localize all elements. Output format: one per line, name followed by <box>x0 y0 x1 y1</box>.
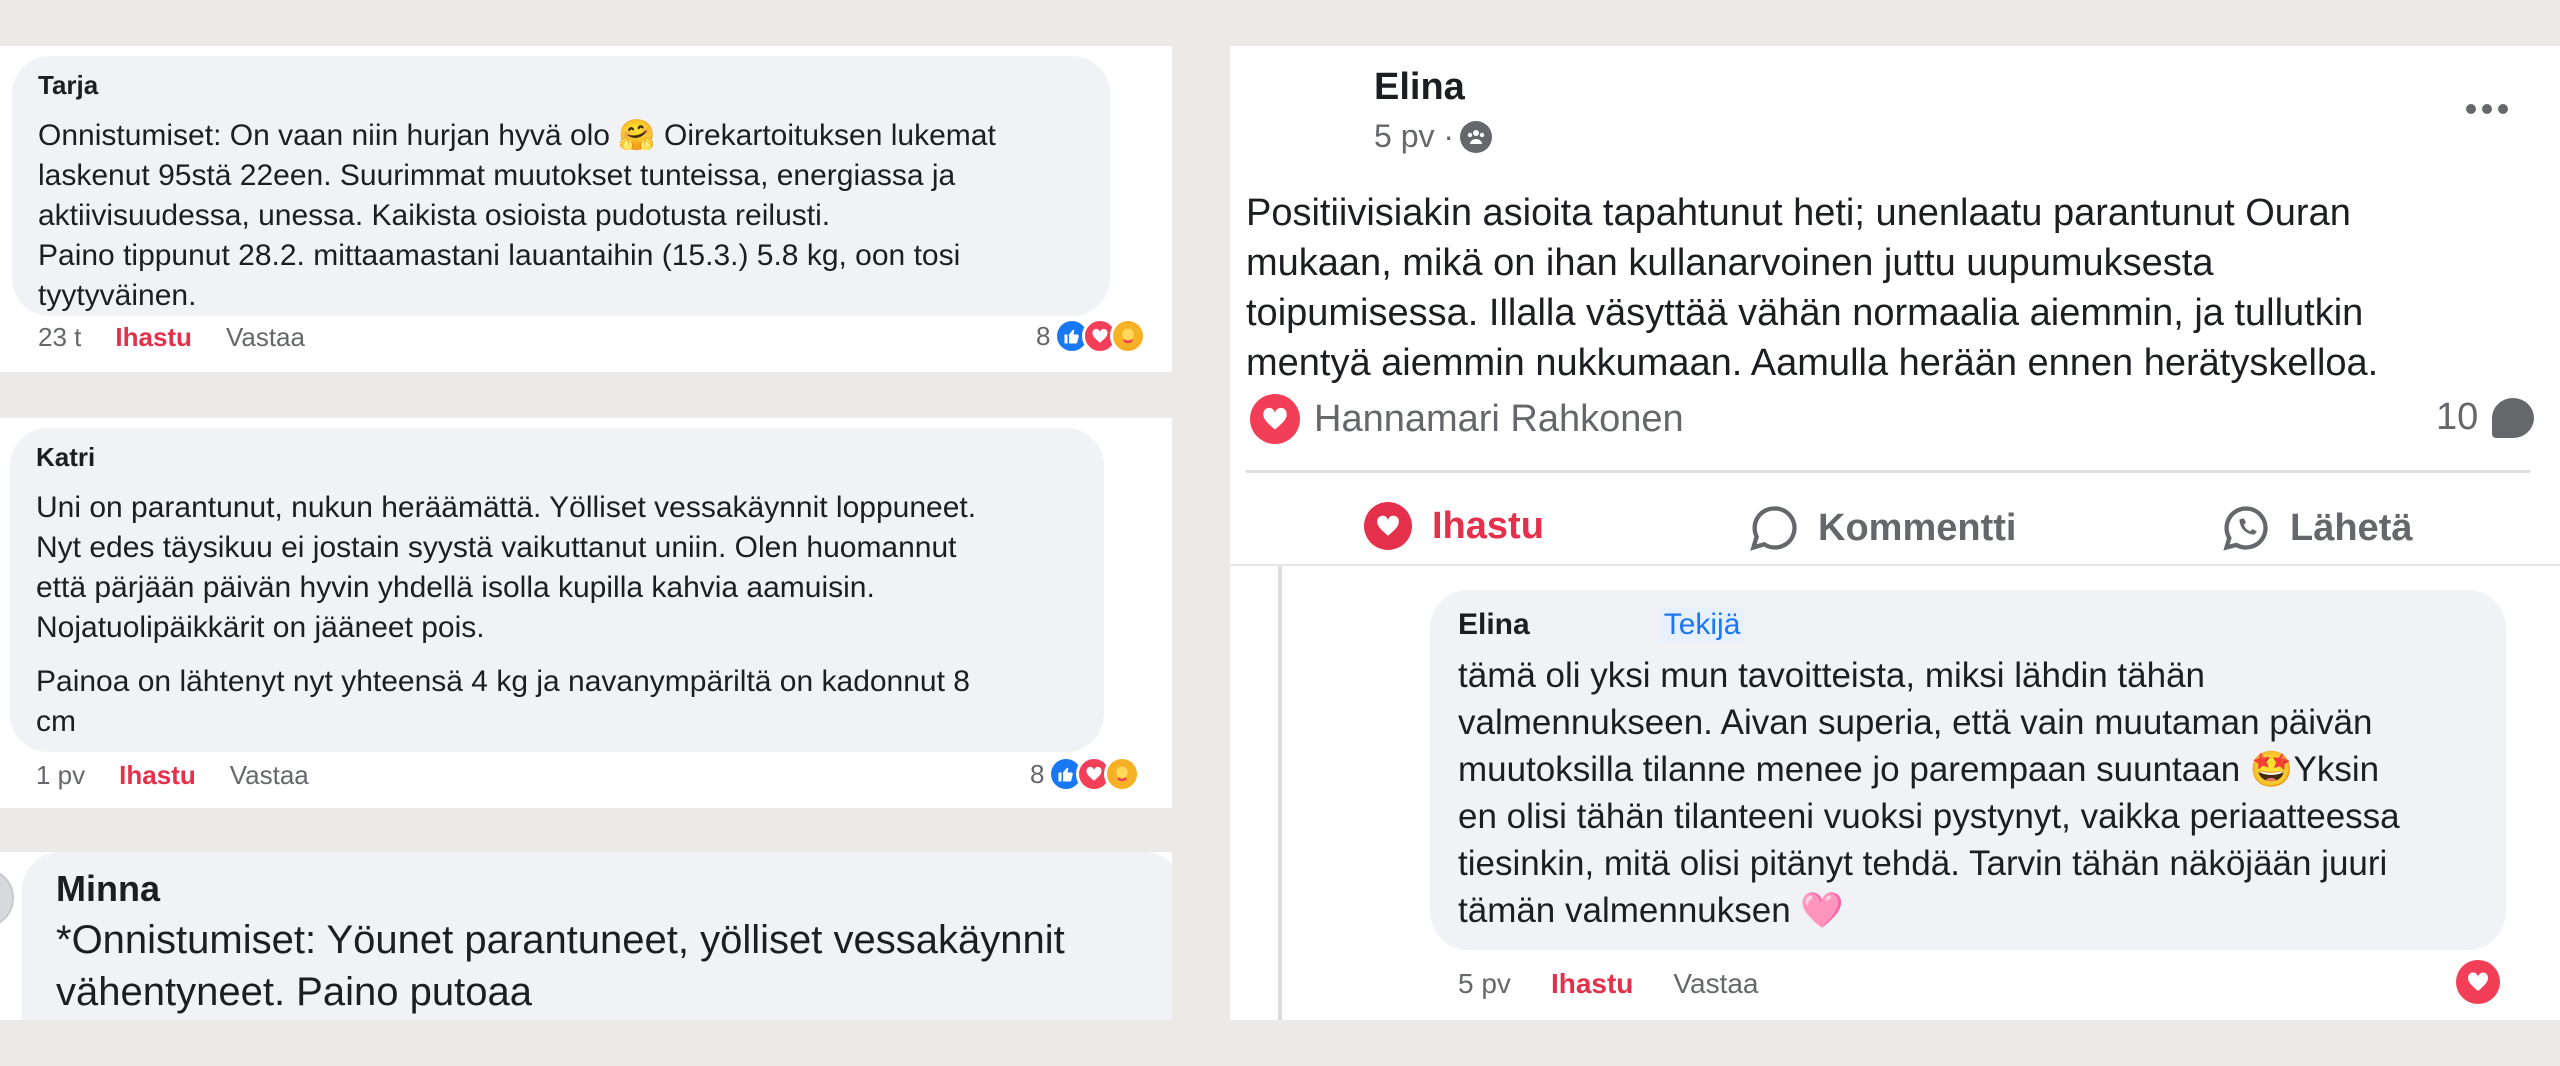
whatsapp-icon <box>2220 502 2272 554</box>
ihastu-label: Ihastu <box>1432 504 1544 547</box>
comment-card-minna: Minna *Onnistumiset: Yöunet parantuneet,… <box>0 852 1172 1020</box>
divider <box>1230 564 2560 566</box>
comment-time[interactable]: 1 pv <box>36 760 85 791</box>
comment-time[interactable]: 23 t <box>38 322 81 353</box>
thread-line <box>1278 566 1282 1020</box>
reaction-summary[interactable]: 8 <box>1036 318 1147 354</box>
like-button[interactable]: Ihastu <box>119 760 196 791</box>
like-button[interactable]: Ihastu <box>115 322 192 353</box>
avatar[interactable] <box>0 868 14 928</box>
heart-icon <box>1364 502 1412 550</box>
reaction-count: 8 <box>1036 320 1051 351</box>
post-text: Positiivisiakin asioita tapahtunut heti;… <box>1246 192 2379 384</box>
comment-text-paragraph-2: Painoa on lähtenyt nyt yhteensä 4 kg ja … <box>36 665 970 738</box>
comment-author[interactable]: Katri <box>36 442 95 473</box>
reply-button[interactable]: Vastaa <box>226 322 305 353</box>
reply-button[interactable]: Vastaa <box>230 760 309 791</box>
comment-label: Kommentti <box>1818 506 2017 549</box>
comment-bubble-icon <box>2492 397 2535 438</box>
care-icon <box>1110 318 1147 354</box>
reply-text: tämä oli yksi mun tavoitteista, miksi lä… <box>1458 656 2400 930</box>
comment-action-button[interactable]: Kommentti <box>1748 502 2016 554</box>
comment-meta: 23 t Ihastu Vastaa <box>38 322 305 353</box>
like-button[interactable]: Ihastu <box>1551 968 1633 1000</box>
post-reactions[interactable]: Hannamari Rahkonen <box>1250 394 1684 444</box>
more-options-icon[interactable] <box>2466 104 2508 114</box>
comment-card-katri: Katri Uni on parantunut, nukun heräämätt… <box>0 418 1172 808</box>
author-badge: Tekijä <box>1659 608 1745 642</box>
reactor-name[interactable]: Hannamari Rahkonen <box>1314 398 1684 441</box>
reply-header: Elina Tekijä <box>1458 608 1745 642</box>
comment-text: Uni on parantunut, nukun heräämättä. Yöl… <box>36 491 977 644</box>
post-author[interactable]: Elina <box>1374 66 1465 109</box>
comment-meta: 1 pv Ihastu Vastaa <box>36 760 309 791</box>
comment-author[interactable]: Minna <box>56 868 160 910</box>
share-action-button[interactable]: Lähetä <box>2220 502 2412 554</box>
comment-bubble: Katri Uni on parantunut, nukun heräämätt… <box>10 428 1104 752</box>
reply-author[interactable]: Elina <box>1458 608 1530 642</box>
comment-bubble: Tarja Onnistumiset: On vaan niin hurjan … <box>12 56 1110 316</box>
post-card: Elina 5 pv · Positiivisiakin asioita tap… <box>1230 46 2560 1020</box>
comment-bubble: Minna *Onnistumiset: Yöunet parantuneet,… <box>22 852 1172 1020</box>
comment-author[interactable]: Tarja <box>38 70 98 101</box>
reaction-summary[interactable]: 8 <box>1030 756 1141 792</box>
heart-reaction-icon[interactable] <box>2456 960 2500 1004</box>
comment-card-tarja: Tarja Onnistumiset: On vaan niin hurjan … <box>0 46 1172 372</box>
share-label: Lähetä <box>2290 506 2413 549</box>
reply-button[interactable]: Vastaa <box>1673 968 1758 1000</box>
care-icon <box>1104 756 1141 792</box>
comment-text: Onnistumiset: On vaan niin hurjan hyvä o… <box>38 119 996 312</box>
post-actions: Ihastu Kommentti Lähetä <box>1230 496 2560 566</box>
heart-icon <box>1250 394 1300 444</box>
comment-text: *Onnistumiset: Yöunet parantuneet, yölli… <box>56 918 1065 1014</box>
group-icon <box>1460 120 1493 153</box>
comment-count[interactable]: 10 <box>2436 396 2535 439</box>
reply-time[interactable]: 5 pv <box>1458 968 1511 1000</box>
comment-count-value: 10 <box>2436 396 2479 438</box>
reply-meta: 5 pv Ihastu Vastaa <box>1458 968 1759 1000</box>
reaction-count: 8 <box>1030 758 1045 789</box>
post-meta: 5 pv · <box>1374 118 1493 155</box>
comment-icon <box>1748 502 1800 554</box>
divider <box>1246 470 2530 473</box>
ihastu-action-button[interactable]: Ihastu <box>1364 502 1544 550</box>
reply-bubble: Elina Tekijä tämä oli yksi mun tavoittei… <box>1430 590 2506 950</box>
post-time[interactable]: 5 pv · <box>1374 118 1454 155</box>
